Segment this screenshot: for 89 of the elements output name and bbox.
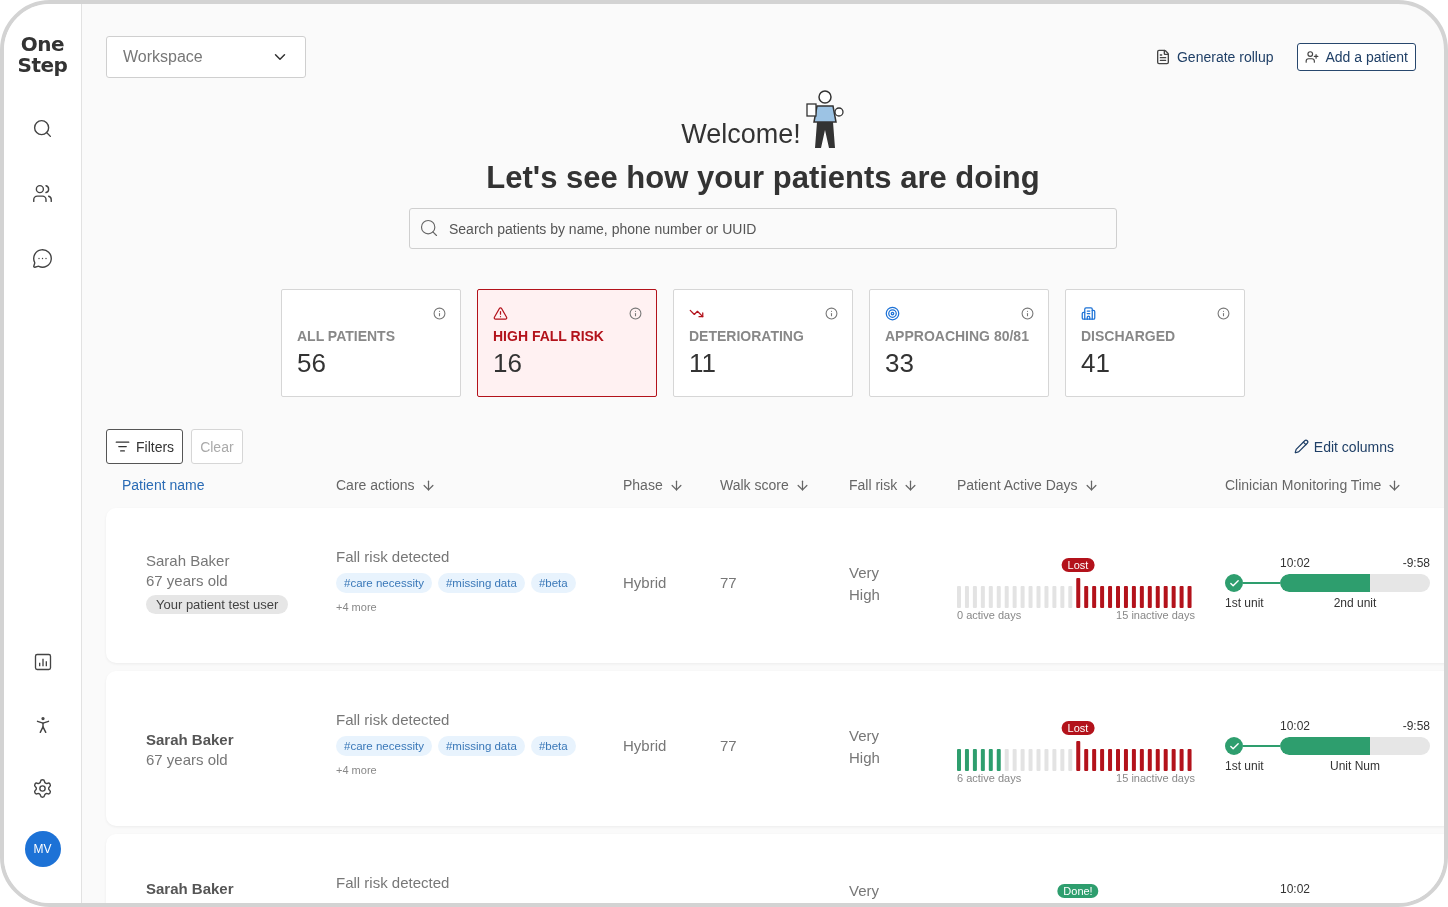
messages-nav-button[interactable] xyxy=(32,248,53,269)
unit-label: 2nd unit xyxy=(1333,596,1377,610)
warning-icon xyxy=(493,305,508,321)
remaining-time-text: -9:58 xyxy=(1402,556,1430,570)
info-icon[interactable] xyxy=(1217,306,1230,320)
phase-text: Hybrid xyxy=(623,574,667,591)
patients-nav-button[interactable] xyxy=(32,183,53,204)
column-header[interactable]: Fall risk xyxy=(849,477,919,493)
unit-label: 1st unit xyxy=(1225,759,1264,773)
patient-name: Sarah Baker xyxy=(146,552,230,569)
care-tag: #beta xyxy=(530,573,576,593)
target-icon xyxy=(885,305,900,321)
patient-name: Sarah Baker xyxy=(146,731,234,748)
reports-nav-button[interactable] xyxy=(32,652,53,672)
active-days-text: 6 active days xyxy=(957,772,1022,784)
info-icon[interactable] xyxy=(1021,306,1034,320)
status-badge: Lost xyxy=(1061,558,1095,572)
fall-risk-text: Very High xyxy=(849,726,881,768)
care-action-text: Fall risk detected xyxy=(336,548,450,565)
sort-arrow-icon[interactable] xyxy=(668,477,684,493)
more-tags-text[interactable]: +4 more xyxy=(336,764,377,776)
walk-score-text: 77 xyxy=(720,737,737,754)
search-field[interactable]: Search patients by name, phone number or UUID xyxy=(409,208,1117,249)
fall-risk-text: Very xyxy=(849,881,879,901)
search-nav-button[interactable] xyxy=(32,118,53,139)
column-header[interactable]: Patient Active Days xyxy=(957,477,1099,493)
care-action-text: Fall risk detected xyxy=(336,874,450,891)
care-tag: #care necessity xyxy=(336,736,432,756)
column-header[interactable]: Phase xyxy=(623,477,684,493)
page-heading: Let's see how your patients are doing xyxy=(486,160,1040,196)
walk-score-text: 77 xyxy=(720,574,737,591)
sort-arrow-icon[interactable] xyxy=(420,477,436,493)
active-days-text: 0 active days xyxy=(957,609,1022,621)
stat-card[interactable]: HIGH FALL RISK 16 xyxy=(477,289,657,397)
patient-row-card[interactable]: Sarah Baker 67 years old Fall risk detected #care necessity #missing data #beta +4 more Hybrid 77 Very High Lost 6 active days 15 inactive days 10:02 -9:58 1st unit Unit Num xyxy=(106,671,1444,826)
user-avatar[interactable]: MV xyxy=(24,831,61,867)
pencil-icon[interactable] xyxy=(1293,439,1309,454)
status-badge: Done! xyxy=(1057,884,1099,898)
unit-label: 1st unit xyxy=(1225,596,1264,610)
test-user-badge: Your patient test user xyxy=(146,595,289,614)
building-icon xyxy=(1081,305,1096,321)
sort-arrow-icon[interactable] xyxy=(794,477,810,493)
info-icon[interactable] xyxy=(433,306,446,320)
sort-arrow-icon[interactable] xyxy=(903,477,919,493)
workspace-dropdown[interactable]: Workspace xyxy=(106,36,306,78)
column-header[interactable]: Walk score xyxy=(720,477,810,493)
filters-button[interactable]: Filters xyxy=(106,429,184,464)
document-icon[interactable] xyxy=(1154,49,1171,65)
care-tag: #missing data xyxy=(437,736,525,756)
remaining-time-text: -9:58 xyxy=(1402,719,1430,733)
unit-label: Unit Num xyxy=(1330,759,1380,773)
patient-name: Sarah Baker xyxy=(146,880,234,897)
info-icon[interactable] xyxy=(629,306,642,320)
inactive-days-text: 15 inactive days xyxy=(1116,772,1195,784)
rollup-link[interactable]: Generate rollup xyxy=(1146,43,1282,71)
care-tag: #beta xyxy=(530,736,576,756)
monitoring-time-text: 10:02 xyxy=(1280,882,1311,896)
care-action-text: Fall risk detected xyxy=(336,711,450,728)
status-badge: Lost xyxy=(1061,721,1095,735)
patient-row-card[interactable]: Sarah Baker Fall risk detected Very Done! 10:02 xyxy=(106,834,1444,903)
stat-card[interactable]: DETERIORATING 11 xyxy=(673,289,853,397)
fall-risk-text: Very High xyxy=(849,563,881,605)
monitoring-time-text: 10:02 xyxy=(1280,719,1311,733)
care-tag: #care necessity xyxy=(336,573,432,593)
patient-row-card[interactable]: Sarah Baker 67 years old Your patient test user Fall risk detected #care necessity #missing data #beta +4 more Hybrid 77 Very High Lost 0 active days 15 inactive days 10:02 -9:58 1st unit 2nd unit xyxy=(106,508,1444,663)
column-header[interactable]: Patient name xyxy=(106,477,205,493)
stat-card[interactable]: ALL PATIENTS 56 xyxy=(281,289,461,397)
user-plus-icon[interactable] xyxy=(1305,50,1320,64)
info-icon[interactable] xyxy=(825,306,838,320)
patient-age: 67 years old xyxy=(146,751,228,768)
add-patient-button[interactable]: Add a patient xyxy=(1297,43,1416,71)
app-logo[interactable]: One Step xyxy=(17,34,68,76)
inactive-days-text: 15 inactive days xyxy=(1116,609,1195,621)
column-header[interactable]: Care actions xyxy=(336,477,436,493)
settings-nav-button[interactable] xyxy=(32,778,53,799)
column-header[interactable]: Clinician Monitoring Time xyxy=(1225,477,1403,493)
care-tag: #missing data xyxy=(437,573,525,593)
phase-text: Hybrid xyxy=(623,737,667,754)
edit-columns-link[interactable]: Edit columns xyxy=(1287,437,1400,456)
search-icon xyxy=(419,218,439,238)
more-tags-text[interactable]: +4 more xyxy=(336,601,377,613)
stat-card[interactable]: DISCHARGED 41 xyxy=(1065,289,1245,397)
sort-arrow-icon[interactable] xyxy=(1387,477,1403,493)
filter-icon[interactable] xyxy=(115,439,130,454)
welcome-text: Welcome! xyxy=(681,119,801,150)
patient-age: 67 years old xyxy=(146,572,228,589)
monitoring-time-text: 10:02 xyxy=(1280,556,1311,570)
stat-card[interactable]: APPROACHING 80/81 33 xyxy=(869,289,1049,397)
sort-arrow-icon[interactable] xyxy=(1083,477,1099,493)
